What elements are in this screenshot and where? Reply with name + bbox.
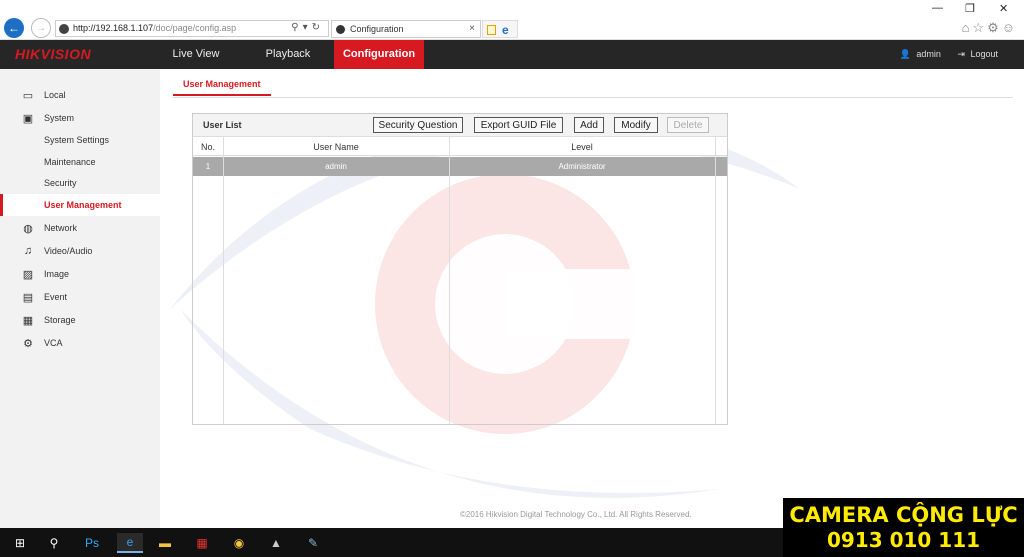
event-icon: ▤ bbox=[22, 291, 34, 304]
cell-level: Administrator bbox=[558, 162, 606, 171]
sidebar-item-label: Network bbox=[44, 223, 78, 233]
tab-user-management[interactable]: User Management bbox=[173, 79, 271, 96]
sidebar-item-label: Security bbox=[44, 178, 77, 188]
sidebar-item-label: System Settings bbox=[44, 135, 110, 145]
sidebar-item-label: Image bbox=[44, 269, 70, 279]
vca-icon: ⚙ bbox=[23, 337, 33, 350]
sidebar-item-label: Maintenance bbox=[44, 157, 96, 167]
sidebar-item-label: VCA bbox=[44, 338, 63, 348]
sidebar-item-event[interactable]: ▤ Event bbox=[0, 286, 160, 308]
table-header: No. User Name Level bbox=[193, 136, 727, 156]
app-icon[interactable]: ▲ bbox=[266, 533, 286, 553]
column-divider bbox=[715, 136, 716, 424]
promo-title: CAMERA CỘNG LỰC bbox=[789, 503, 1018, 527]
forward-arrow-icon: → bbox=[36, 22, 46, 34]
cell-no: 1 bbox=[205, 162, 211, 171]
sidebar-item-label: Local bbox=[44, 90, 66, 100]
search-refresh-icons[interactable]: ⚲▾↻ bbox=[291, 22, 324, 33]
cell-user-name: admin bbox=[325, 162, 347, 171]
file-explorer-icon[interactable]: ▬ bbox=[155, 533, 175, 553]
ie-logo-icon: e bbox=[502, 23, 509, 37]
username: admin bbox=[916, 49, 941, 59]
column-divider bbox=[449, 136, 450, 424]
new-tab-button[interactable]: e bbox=[482, 20, 518, 38]
sidebar-item-label: Event bbox=[44, 292, 68, 302]
menu-playback[interactable]: Playback bbox=[253, 40, 323, 69]
user-icon: 👤 bbox=[899, 49, 911, 59]
forward-button[interactable]: → bbox=[31, 18, 51, 38]
sidebar-item-storage[interactable]: ▦ Storage bbox=[0, 309, 160, 331]
copyright-text: ©2016 Hikvision Digital Technology Co., … bbox=[460, 510, 692, 519]
address-bar[interactable]: http://192.168.1.107/doc/page/config.asp… bbox=[55, 20, 329, 37]
modify-button[interactable]: Modify bbox=[614, 117, 658, 133]
delete-button[interactable]: Delete bbox=[667, 117, 709, 133]
sidebar-item-security[interactable]: Security bbox=[0, 172, 160, 194]
column-header-user-name[interactable]: User Name bbox=[223, 142, 449, 152]
sidebar: ▭ Local ▣ System System Settings Mainten… bbox=[0, 69, 160, 528]
minimize-button[interactable]: — bbox=[932, 2, 943, 14]
tab-close-icon[interactable]: × bbox=[469, 23, 475, 34]
sidebar-item-maintenance[interactable]: Maintenance bbox=[0, 151, 160, 173]
sidebar-item-label: System bbox=[44, 113, 75, 123]
browser-toolbar: ← → http://192.168.1.107/doc/page/config… bbox=[0, 0, 1024, 40]
security-question-button[interactable]: Security Question bbox=[373, 117, 463, 133]
sidebar-item-system[interactable]: ▣ System bbox=[0, 107, 160, 129]
user-area: 👤 admin ⇥ Logout bbox=[897, 40, 998, 69]
column-divider bbox=[223, 136, 224, 424]
browser-tools-icons[interactable]: ⌂☆⚙☺ bbox=[962, 20, 1018, 36]
screen: ← → http://192.168.1.107/doc/page/config… bbox=[0, 0, 1024, 557]
promo-phone: 0913 010 111 bbox=[826, 528, 981, 552]
add-button[interactable]: Add bbox=[574, 117, 604, 133]
sidebar-item-label: User Management bbox=[44, 200, 122, 210]
internet-explorer-icon[interactable]: e bbox=[117, 533, 143, 553]
app-header: HIKVISION Live View Playback Configurati… bbox=[0, 40, 1024, 69]
subtab-divider bbox=[173, 97, 1013, 98]
logout-icon[interactable]: ⇥ bbox=[957, 49, 965, 59]
sidebar-item-video-audio[interactable]: ♫ Video/Audio bbox=[0, 240, 160, 262]
close-window-button[interactable]: ✕ bbox=[999, 2, 1008, 15]
photoshop-icon[interactable]: Ps bbox=[82, 533, 102, 553]
sidebar-item-user-management[interactable]: User Management bbox=[0, 194, 160, 216]
menu-live-view[interactable]: Live View bbox=[162, 40, 230, 69]
site-icon bbox=[59, 24, 69, 34]
windows-start-icon[interactable]: ⊞ bbox=[10, 533, 30, 553]
export-guid-button[interactable]: Export GUID File bbox=[474, 117, 563, 133]
sidebar-item-network[interactable]: ◍ Network bbox=[0, 217, 160, 239]
main-content: User Management User List Security Quest… bbox=[160, 69, 1024, 528]
back-arrow-icon: ← bbox=[8, 21, 20, 35]
tab-favicon bbox=[336, 25, 345, 34]
search-icon[interactable]: ⚲ bbox=[44, 533, 64, 553]
video-audio-icon: ♫ bbox=[23, 245, 33, 257]
logout-link[interactable]: Logout bbox=[970, 49, 998, 59]
chrome-icon[interactable]: ◉ bbox=[229, 533, 249, 553]
column-header-no[interactable]: No. bbox=[193, 142, 223, 152]
sidebar-item-vca[interactable]: ⚙ VCA bbox=[0, 332, 160, 354]
table-row[interactable]: 1 admin Administrator bbox=[193, 157, 727, 176]
back-button[interactable]: ← bbox=[4, 18, 24, 38]
app-icon[interactable]: ▦ bbox=[192, 533, 212, 553]
sidebar-item-local[interactable]: ▭ Local bbox=[0, 84, 160, 106]
storage-icon: ▦ bbox=[22, 314, 34, 327]
hikvision-logo: HIKVISION bbox=[15, 46, 92, 62]
system-icon: ▣ bbox=[22, 112, 34, 125]
sidebar-item-label: Storage bbox=[44, 315, 76, 325]
sidebar-item-label: Video/Audio bbox=[44, 246, 93, 256]
sidebar-item-image[interactable]: ▨ Image bbox=[0, 263, 160, 285]
image-icon: ▨ bbox=[22, 268, 34, 281]
app-icon[interactable]: ✎ bbox=[303, 533, 323, 553]
restore-button[interactable]: ❐ bbox=[965, 2, 975, 15]
sidebar-item-system-settings[interactable]: System Settings bbox=[0, 129, 160, 151]
user-list-title: User List bbox=[203, 120, 242, 130]
promo-banner: CAMERA CỘNG LỰC 0913 010 111 bbox=[783, 498, 1024, 557]
tab-title: Configuration bbox=[350, 24, 404, 34]
new-tab-icon bbox=[487, 25, 496, 35]
globe-icon: ◍ bbox=[23, 222, 33, 235]
column-header-level[interactable]: Level bbox=[449, 142, 715, 152]
user-list-panel: User List Security Question Export GUID … bbox=[192, 113, 728, 425]
address-url: http://192.168.1.107/doc/page/config.asp bbox=[73, 23, 237, 33]
browser-tab[interactable]: Configuration × bbox=[331, 20, 481, 38]
user-list-toolbar: User List Security Question Export GUID … bbox=[193, 114, 727, 136]
monitor-icon: ▭ bbox=[22, 89, 34, 102]
menu-configuration[interactable]: Configuration bbox=[334, 40, 424, 69]
